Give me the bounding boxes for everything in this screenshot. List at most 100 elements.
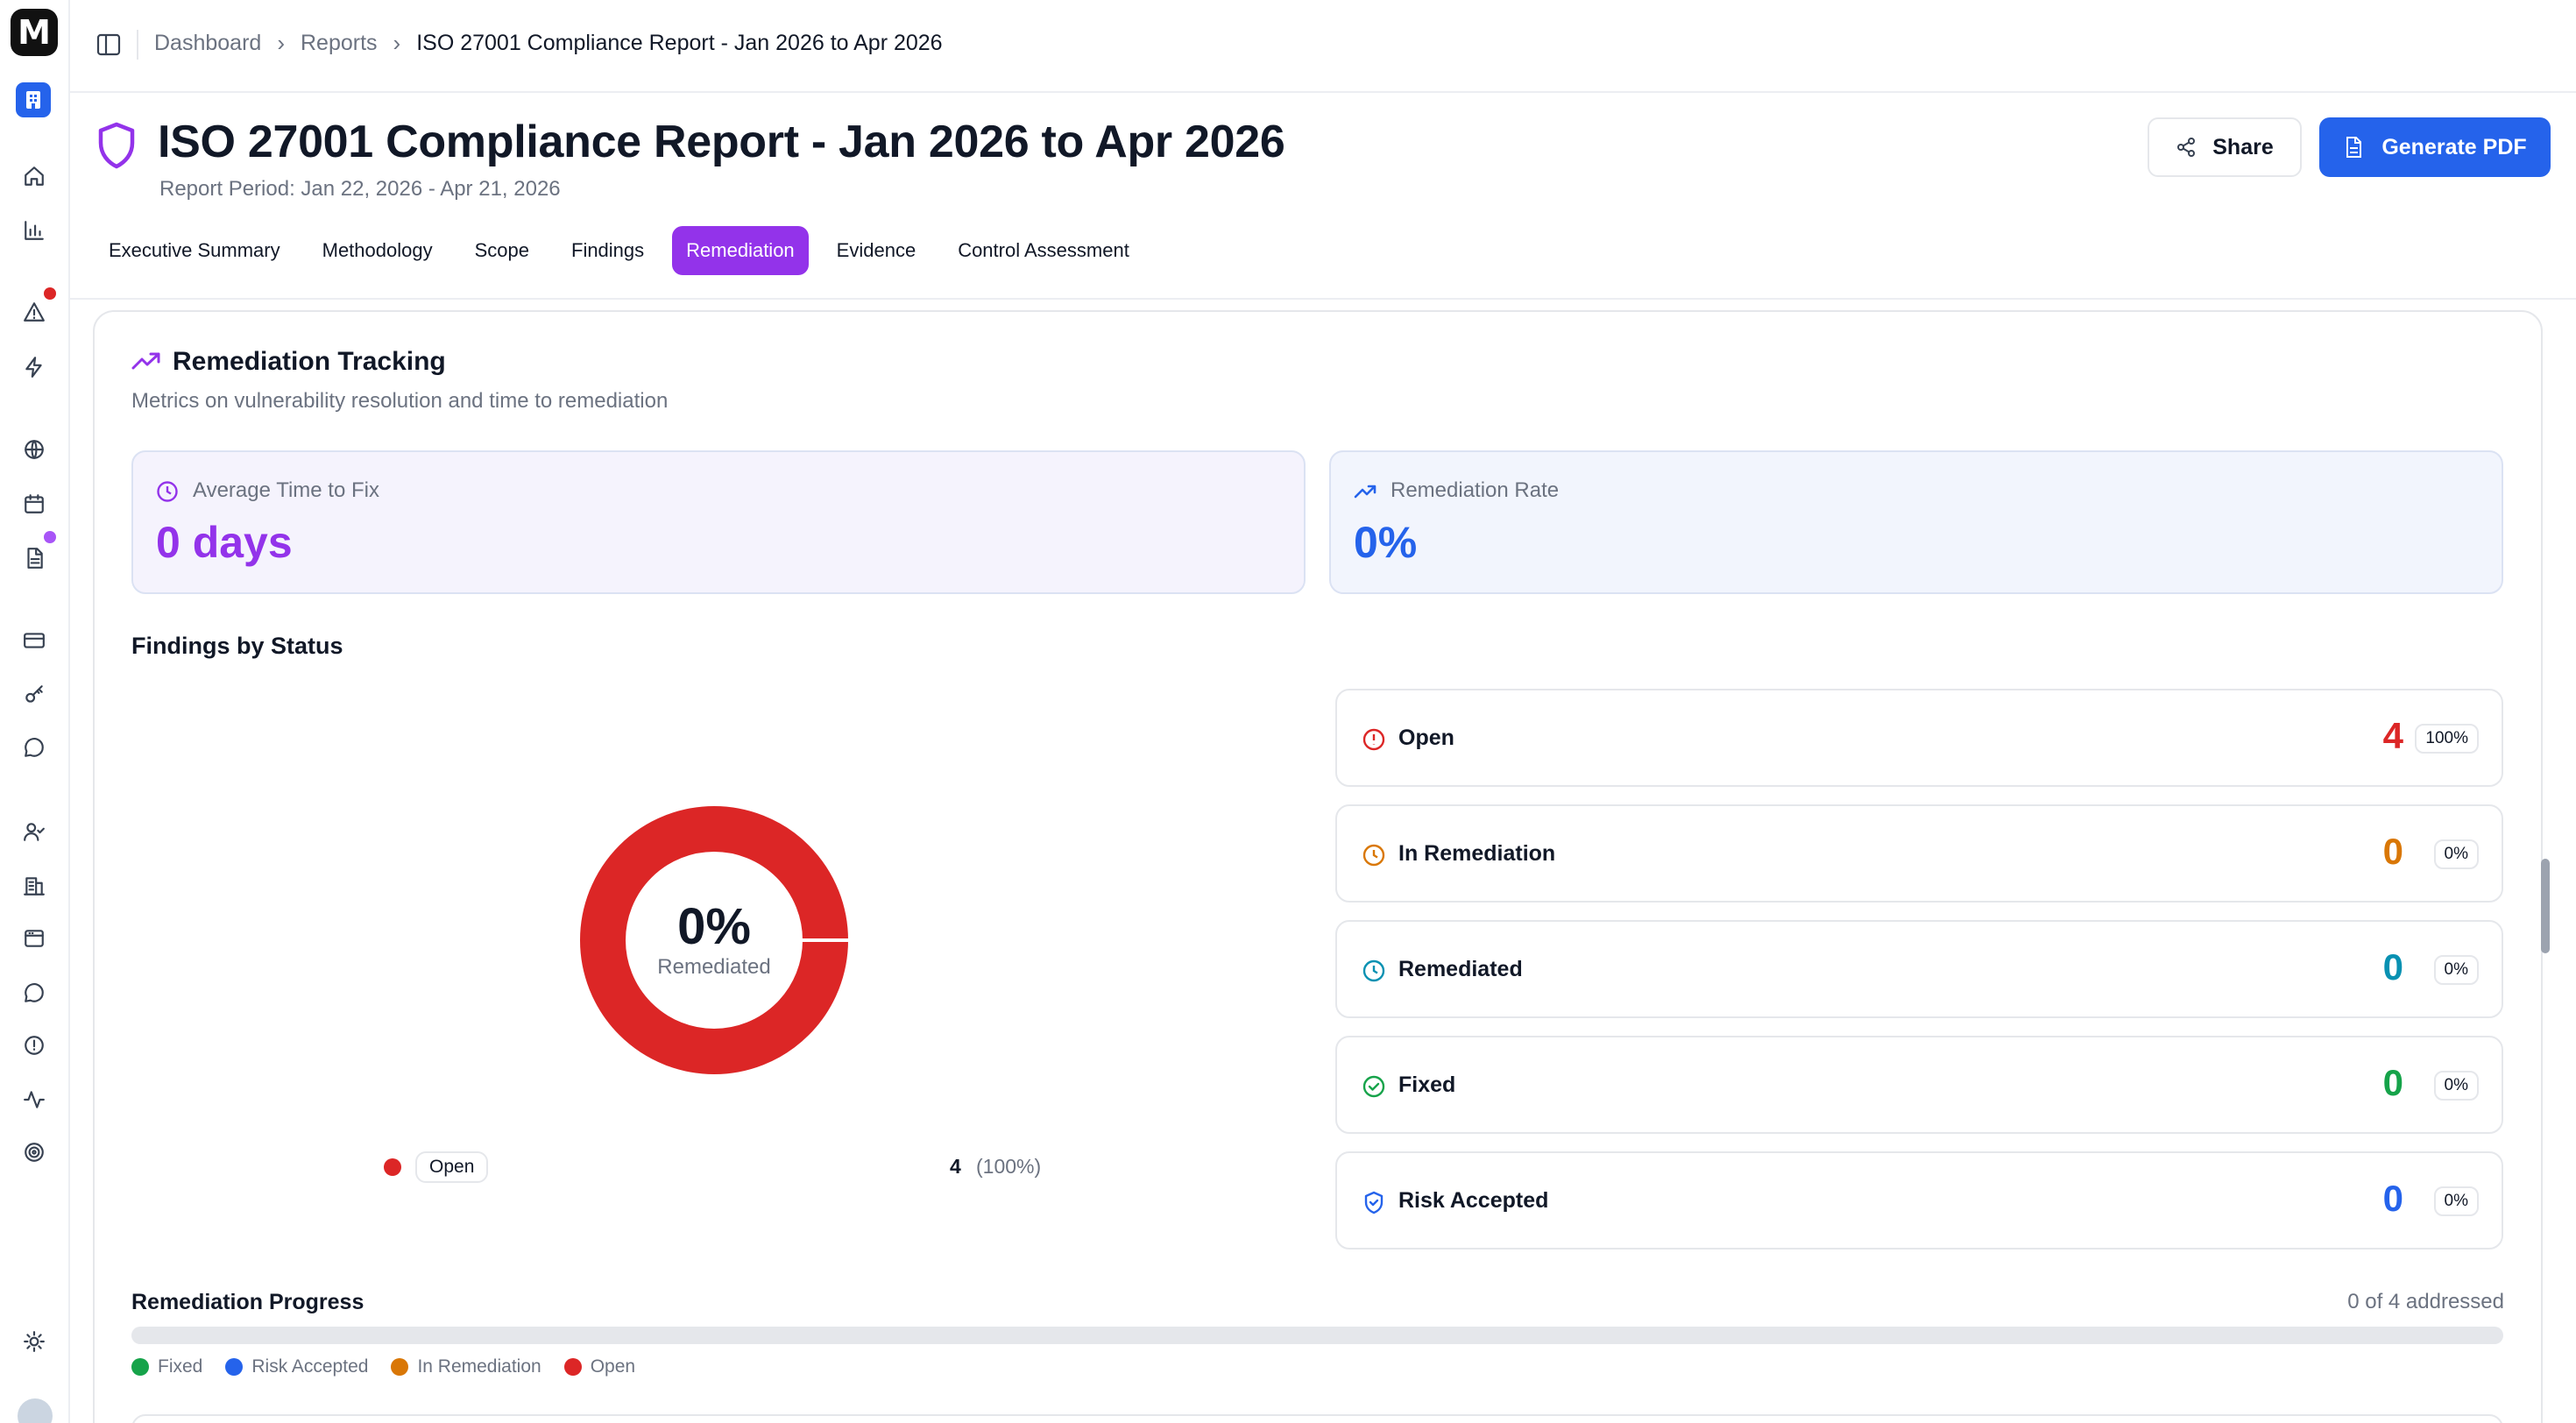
status-name: In Remediation — [1398, 841, 1556, 866]
status-count: 0 — [2382, 831, 2403, 872]
shield-check-icon — [1362, 1190, 1386, 1214]
remediation-rate-card: Remediation Rate 0% — [1329, 450, 2503, 594]
share-icon — [2177, 138, 2196, 157]
tab-bar: Executive Summary Methodology Scope Find… — [95, 226, 1157, 275]
clock-icon — [1362, 959, 1386, 983]
status-count: 4 — [2382, 715, 2403, 756]
check-circle-icon — [1362, 1074, 1386, 1099]
section-title: Remediation Tracking — [173, 347, 446, 376]
chevron-right-icon: › — [393, 30, 401, 56]
legend-item-fixed: Fixed — [131, 1356, 202, 1377]
clock-icon — [1362, 843, 1386, 867]
clock-icon — [156, 480, 179, 503]
status-count: 0 — [2382, 1062, 2403, 1103]
page-title: ISO 27001 Compliance Report - Jan 2026 t… — [158, 117, 1285, 167]
sidebar: M — [0, 0, 70, 1423]
status-percent-badge: 0% — [2433, 1186, 2479, 1216]
chevron-right-icon: › — [277, 30, 285, 56]
sidebar-toggle-icon[interactable] — [96, 33, 121, 56]
tab-executive-summary[interactable]: Executive Summary — [95, 226, 294, 275]
status-row-fixed: Fixed 0 0% — [1335, 1036, 2503, 1134]
globe-icon[interactable] — [21, 436, 47, 463]
tab-evidence[interactable]: Evidence — [823, 226, 931, 275]
scrollbar-thumb[interactable] — [2541, 859, 2550, 953]
bar-chart-icon[interactable] — [21, 217, 47, 244]
divider — [137, 30, 138, 60]
remediation-progress-title: Remediation Progress — [131, 1290, 364, 1314]
activity-icon[interactable] — [21, 1087, 47, 1113]
next-section-card — [131, 1414, 2503, 1423]
target-icon[interactable] — [21, 1139, 47, 1165]
shield-icon — [96, 121, 137, 170]
legend-dot — [131, 1358, 149, 1376]
breadcrumb-reports[interactable]: Reports — [301, 31, 378, 56]
info-circle-icon[interactable] — [21, 1032, 47, 1058]
status-count: 0 — [2382, 1178, 2403, 1219]
sun-icon[interactable] — [21, 1328, 47, 1355]
divider — [70, 298, 2576, 300]
legend-open-dot — [384, 1158, 401, 1176]
user-avatar[interactable] — [18, 1398, 53, 1423]
remediation-progress-summary: 0 of 4 addressed — [2347, 1290, 2504, 1313]
trending-up-icon — [1354, 480, 1376, 503]
zap-icon[interactable] — [21, 354, 47, 380]
chat-icon[interactable] — [21, 980, 47, 1006]
avg-time-card: Average Time to Fix 0 days — [131, 450, 1306, 594]
tab-scope[interactable]: Scope — [461, 226, 543, 275]
breadcrumb: Dashboard › Reports › ISO 27001 Complian… — [154, 30, 943, 57]
donut-percent: 0% — [677, 898, 751, 955]
legend-label: Risk Accepted — [251, 1356, 369, 1377]
app-logo[interactable]: M — [11, 9, 58, 56]
tab-findings[interactable]: Findings — [557, 226, 658, 275]
breadcrumb-current: ISO 27001 Compliance Report - Jan 2026 t… — [416, 31, 943, 55]
message-circle-icon[interactable] — [21, 734, 47, 761]
status-count: 0 — [2382, 946, 2403, 988]
remediation-rate-value: 0% — [1354, 518, 1418, 567]
home-icon[interactable] — [21, 163, 47, 189]
breadcrumb-dashboard[interactable]: Dashboard — [154, 31, 261, 56]
donut-label: Remediated — [657, 955, 771, 979]
status-row-in-remediation: In Remediation 0 0% — [1335, 804, 2503, 903]
status-name: Risk Accepted — [1398, 1188, 1549, 1213]
building-icon[interactable] — [21, 873, 47, 899]
alert-triangle-icon[interactable] — [21, 299, 47, 325]
legend-item-in-remediation: In Remediation — [391, 1356, 541, 1377]
status-name: Open — [1398, 726, 1454, 750]
file-text-icon — [2346, 137, 2362, 158]
status-row-remediated: Remediated 0 0% — [1335, 920, 2503, 1018]
calendar-icon[interactable] — [21, 491, 47, 517]
credit-card-icon[interactable] — [21, 627, 47, 654]
status-row-open: Open 4 100% — [1335, 689, 2503, 787]
trending-up-icon — [131, 350, 161, 373]
status-percent-badge: 0% — [2433, 955, 2479, 985]
legend-item-risk-accepted: Risk Accepted — [225, 1356, 368, 1377]
report-period: Report Period: Jan 22, 2026 - Apr 21, 20… — [159, 177, 561, 201]
organization-icon[interactable] — [16, 82, 51, 117]
legend-label: Open — [590, 1356, 636, 1377]
notification-dot — [44, 531, 56, 543]
remediation-progress-bar — [131, 1327, 2503, 1344]
user-check-icon[interactable] — [21, 818, 47, 845]
remediation-progress-legend: Fixed Risk Accepted In Remediation Open — [131, 1356, 635, 1377]
status-percent-badge: 0% — [2433, 839, 2479, 869]
section-subtitle: Metrics on vulnerability resolution and … — [131, 389, 669, 413]
tab-control-assessment[interactable]: Control Assessment — [944, 226, 1143, 275]
share-label: Share — [2212, 134, 2274, 159]
top-bar: Dashboard › Reports › ISO 27001 Complian… — [70, 0, 2576, 93]
document-icon[interactable] — [21, 545, 47, 571]
generate-pdf-label: Generate PDF — [2381, 134, 2527, 159]
generate-pdf-button[interactable]: Generate PDF — [2319, 117, 2551, 177]
findings-by-status-title: Findings by Status — [131, 633, 343, 659]
status-row-risk-accepted: Risk Accepted 0 0% — [1335, 1151, 2503, 1250]
status-percent-badge: 0% — [2433, 1071, 2479, 1101]
browser-icon[interactable] — [21, 925, 47, 952]
share-button[interactable]: Share — [2148, 117, 2302, 177]
tab-methodology[interactable]: Methodology — [308, 226, 447, 275]
legend-dot — [225, 1358, 244, 1376]
key-icon[interactable] — [21, 682, 47, 708]
remediation-rate-label: Remediation Rate — [1391, 478, 1560, 502]
status-name: Remediated — [1398, 957, 1523, 981]
legend-open-label: Open — [415, 1151, 489, 1183]
legend-label: Fixed — [158, 1356, 203, 1377]
tab-remediation[interactable]: Remediation — [672, 226, 809, 275]
